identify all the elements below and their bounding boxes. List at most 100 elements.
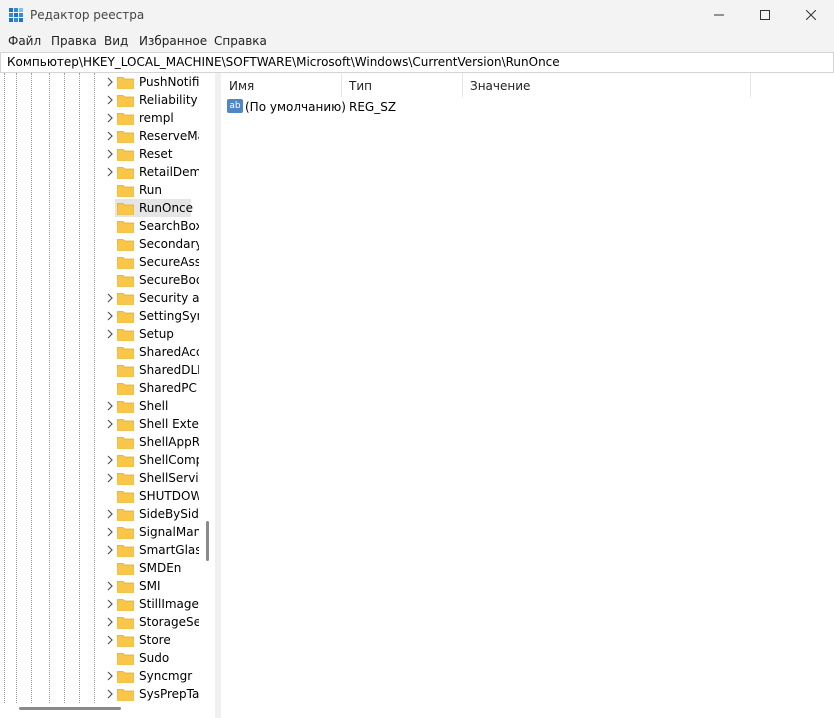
tree-item[interactable]: StorageSen (0, 613, 200, 631)
column-header-data[interactable]: Значение (462, 73, 751, 97)
folder-icon (117, 203, 134, 215)
tree-item-label: SharedAcce (139, 345, 199, 359)
chevron-right-icon[interactable] (105, 130, 115, 142)
menu-help[interactable]: Справка (214, 34, 267, 48)
tree-item[interactable]: SMI (0, 577, 200, 595)
tree-item[interactable]: SecureBoot (0, 271, 200, 289)
folder-icon (117, 437, 134, 449)
close-icon (806, 10, 816, 20)
chevron-right-icon[interactable] (105, 166, 115, 178)
tree-item-label: StillImage (139, 597, 199, 611)
tree-item[interactable]: Shell (0, 397, 200, 415)
tree-item-label: Reliability (139, 93, 198, 107)
tree-item-label: SmartGlass (139, 543, 199, 557)
chevron-right-icon[interactable] (105, 526, 115, 538)
tree-item-label: PushNotific (139, 75, 199, 89)
tree-item[interactable]: SmartGlass (0, 541, 200, 559)
chevron-right-icon[interactable] (105, 94, 115, 106)
tree-item[interactable]: SysPrepTap (0, 685, 200, 703)
tree-item[interactable]: SignalMana (0, 523, 200, 541)
chevron-right-icon[interactable] (105, 418, 115, 430)
tree-item[interactable]: Shell Extens (0, 415, 200, 433)
chevron-right-icon[interactable] (105, 580, 115, 592)
chevron-right-icon[interactable] (105, 454, 115, 466)
column-header-name[interactable]: Имя (221, 73, 342, 97)
tree-item[interactable]: SHUTDOW (0, 487, 200, 505)
chevron-right-icon[interactable] (105, 598, 115, 610)
tree-item-label: SecureAsse (139, 255, 199, 269)
chevron-right-icon[interactable] (105, 472, 115, 484)
tree-item[interactable]: SearchBoxE (0, 217, 200, 235)
address-bar[interactable]: Компьютер\HKEY_LOCAL_MACHINE\SOFTWARE\Mi… (0, 52, 834, 73)
tree-item[interactable]: ShellComp (0, 451, 200, 469)
column-header-type[interactable]: Тип (341, 73, 463, 97)
registry-tree[interactable]: PushNotific Reliability rempl ReserveMar Res… (0, 73, 215, 718)
chevron-right-icon[interactable] (105, 328, 115, 340)
tree-item[interactable]: SideBySide (0, 505, 200, 523)
chevron-right-icon[interactable] (105, 148, 115, 160)
registry-editor-icon (9, 8, 23, 22)
tree-item[interactable]: rempl (0, 109, 200, 127)
tree-item[interactable]: SecureAsse (0, 253, 200, 271)
folder-icon (117, 95, 134, 107)
menu-view[interactable]: Вид (104, 34, 128, 48)
tree-item[interactable]: ReserveMar (0, 127, 200, 145)
folder-icon (117, 671, 134, 683)
chevron-right-icon[interactable] (105, 400, 115, 412)
close-button[interactable] (788, 0, 834, 30)
menu-edit[interactable]: Правка (51, 34, 97, 48)
tree-item-label: RetailDemo (139, 165, 199, 179)
tree-item[interactable]: SharedDLLs (0, 361, 200, 379)
folder-icon (117, 545, 134, 557)
tree-item[interactable]: Reliability (0, 91, 200, 109)
tree-item-label: RunOnce (139, 201, 194, 215)
chevron-right-icon[interactable] (105, 112, 115, 124)
chevron-right-icon[interactable] (105, 634, 115, 646)
minimize-button[interactable] (696, 0, 742, 30)
folder-icon (117, 347, 134, 359)
tree-item[interactable]: ShellAppRu (0, 433, 200, 451)
chevron-right-icon[interactable] (105, 544, 115, 556)
tree-item-label: Store (139, 633, 171, 647)
tree-vertical-scrollbar[interactable] (206, 521, 209, 561)
tree-item[interactable]: Reset (0, 145, 200, 163)
tree-item[interactable]: RunOnce (0, 199, 200, 217)
tree-horizontal-scrollbar[interactable] (19, 707, 121, 710)
chevron-right-icon[interactable] (105, 670, 115, 682)
chevron-right-icon[interactable] (105, 616, 115, 628)
maximize-button[interactable] (742, 0, 788, 30)
tree-item[interactable]: SecondaryA (0, 235, 200, 253)
tree-item[interactable]: Syncmgr (0, 667, 200, 685)
chevron-right-icon[interactable] (105, 76, 115, 88)
tree-item[interactable]: SMDEn (0, 559, 200, 577)
values-pane[interactable]: Имя Тип Значение ab (По умолчанию) REG_S… (221, 73, 834, 718)
folder-icon (117, 401, 134, 413)
tree-item[interactable]: SharedAcce (0, 343, 200, 361)
tree-item[interactable]: Security and (0, 289, 200, 307)
tree-item[interactable]: Run (0, 181, 200, 199)
tree-item[interactable]: SettingSync (0, 307, 200, 325)
tree-item[interactable]: ShellService (0, 469, 200, 487)
folder-icon (117, 293, 134, 305)
tree-item[interactable]: SharedPC (0, 379, 200, 397)
value-row[interactable]: ab (По умолчанию) REG_SZ (221, 97, 781, 117)
tree-item[interactable]: StillImage (0, 595, 200, 613)
tree-item[interactable]: PushNotific (0, 73, 200, 91)
chevron-right-icon[interactable] (105, 508, 115, 520)
tree-item-label: Shell Extens (139, 417, 199, 431)
menu-file[interactable]: Файл (8, 34, 41, 48)
chevron-right-icon[interactable] (105, 292, 115, 304)
address-path: Компьютер\HKEY_LOCAL_MACHINE\SOFTWARE\Mi… (7, 55, 560, 69)
tree-item[interactable]: Sudo (0, 649, 200, 667)
tree-item-label: SharedPC (139, 381, 197, 395)
tree-item[interactable]: RetailDemo (0, 163, 200, 181)
folder-icon (117, 527, 134, 539)
folder-icon (117, 329, 134, 341)
menu-favorites[interactable]: Избранное (139, 34, 207, 48)
chevron-right-icon[interactable] (105, 688, 115, 700)
folder-icon (117, 77, 134, 89)
tree-item[interactable]: Setup (0, 325, 200, 343)
tree-item-label: ShellComp (139, 453, 199, 467)
tree-item[interactable]: Store (0, 631, 200, 649)
chevron-right-icon[interactable] (105, 310, 115, 322)
